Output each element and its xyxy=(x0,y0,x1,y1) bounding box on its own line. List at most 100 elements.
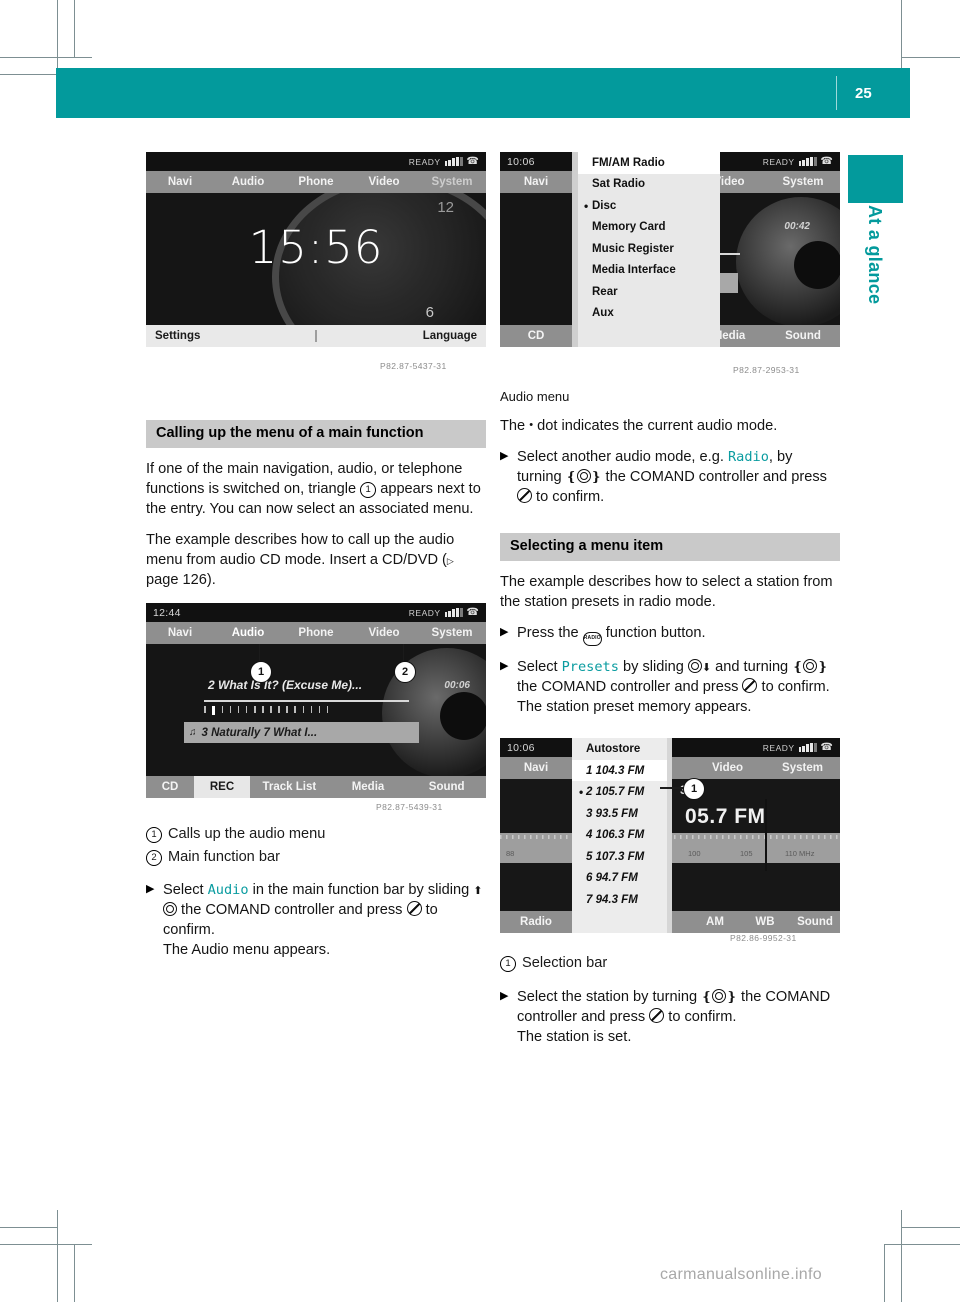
dropdown-item-media-interface[interactable]: Media Interface xyxy=(578,260,720,282)
preset-item-3[interactable]: 3 93.5 FM xyxy=(572,803,667,825)
bottom-bar-track-list-3[interactable]: Track List xyxy=(250,781,329,793)
comand-screen-1: 12 6 15:56 READY ☎ Navi Audio Phone Vide… xyxy=(146,152,486,347)
main-bar-item-navi-1[interactable]: Navi xyxy=(146,176,214,188)
bottom-bar-cd-3[interactable]: CD xyxy=(146,781,194,793)
bottom-bar-rec-3[interactable]: REC xyxy=(194,776,250,799)
inline-circled-1: 1 xyxy=(360,481,377,498)
main-function-bar-3[interactable]: Navi Audio Phone Video System xyxy=(146,622,486,645)
page-ref-triangle-icon: ▷ xyxy=(446,556,454,567)
preset-label-7: 7 94.3 FM xyxy=(586,893,638,906)
bottom-bar-sound-4[interactable]: Sound xyxy=(790,916,840,928)
preset-item-4[interactable]: 4 106.3 FM xyxy=(572,824,667,846)
page-number: 25 xyxy=(855,84,872,102)
step-select-audio-result: The Audio menu appears. xyxy=(163,942,331,959)
legend-row-3: 1 Selection bar xyxy=(500,953,840,974)
step-presets-result: The station preset memory appears. xyxy=(517,699,752,716)
turn-right-icon-2: ❵ xyxy=(817,658,829,674)
disc-icon-3: ♫ xyxy=(189,727,197,739)
dropdown-item-fm-am[interactable]: FM/AM Radio xyxy=(578,152,720,174)
paragraph-dot-a: The xyxy=(500,417,530,434)
preset-scrollbar-4[interactable] xyxy=(667,738,672,934)
figure-cd-playback: 2 What Is It? (Excuse Me)... 00:06 ♫ 3 N… xyxy=(146,603,486,799)
main-bar-item-system-1[interactable]: System xyxy=(418,176,486,188)
ui-term-presets: Presets xyxy=(561,658,619,675)
legend-num-3: 1 xyxy=(500,953,522,973)
legend-num-1: 1 xyxy=(146,824,168,844)
turn-left-icon-1: ❴ xyxy=(565,468,577,484)
main-bar-item-navi-3[interactable]: Navi xyxy=(146,627,214,639)
main-bar-item-video-3[interactable]: Video xyxy=(350,627,418,639)
preset-label-4: 4 106.3 FM xyxy=(586,829,645,842)
crop-mark-bottom-right-h2 xyxy=(901,1227,960,1228)
controller-press-icon-1 xyxy=(406,900,422,916)
dropdown-item-memory-card[interactable]: Memory Card xyxy=(578,217,720,239)
bottom-bar-media-3[interactable]: Media xyxy=(329,781,408,793)
audio-source-dropdown[interactable]: FM/AM Radio Sat Radio • Disc Memory Card… xyxy=(578,152,720,347)
dropdown-item-aux[interactable]: Aux xyxy=(578,303,720,325)
figure-station-presets: 3W 05.7 FM 88 100 105 110 MHz 10:06 READ… xyxy=(500,738,840,934)
next-track-band-3[interactable]: ♫ 3 Naturally 7 What I... xyxy=(184,722,419,744)
phone-icon-3: ☎ xyxy=(466,606,479,618)
bottom-bar-language[interactable]: Language xyxy=(317,330,486,342)
bottom-bar-settings[interactable]: Settings xyxy=(146,330,317,342)
main-bar-item-navi-2[interactable]: Navi xyxy=(500,176,572,188)
chapter-tab-label: At a glance xyxy=(865,205,885,305)
paragraph-example-intro: The example describes how to call up the… xyxy=(146,530,486,590)
step-marker-icon-2: ▶ xyxy=(500,449,509,462)
legend-text-1: Calls up the audio menu xyxy=(168,826,326,843)
main-bar-item-navi-4[interactable]: Navi xyxy=(500,762,572,774)
status-bar-3: 12:44 READY ☎ xyxy=(146,603,486,623)
main-bar-item-video-4[interactable]: Video xyxy=(690,762,765,774)
bottom-bar-sound-2[interactable]: Sound xyxy=(766,330,840,342)
paragraph-station-example: The example describes how to select a st… xyxy=(500,573,833,610)
dropdown-dot-2: • xyxy=(584,198,589,213)
bottom-bar-sound-3[interactable]: Sound xyxy=(407,781,486,793)
bottom-bar-radio-4[interactable]: Radio xyxy=(500,916,572,928)
preset-label-1: 1 104.3 FM xyxy=(586,764,645,777)
preset-list-header: Autostore xyxy=(572,738,667,760)
main-bar-item-phone-1[interactable]: Phone xyxy=(282,176,350,188)
clock-numeral-12: 12 xyxy=(437,199,454,216)
legend-text-2: Main function bar xyxy=(168,848,280,865)
main-bar-item-system-4[interactable]: System xyxy=(765,762,840,774)
main-function-bar-1[interactable]: Navi Audio Phone Video System xyxy=(146,171,486,193)
preset-item-5[interactable]: 5 107.3 FM xyxy=(572,846,667,868)
preset-item-1[interactable]: 1 104.3 FM xyxy=(572,759,667,782)
preset-item-2[interactable]: • 2 105.7 FM xyxy=(572,781,667,803)
status-clock-4: 10:06 xyxy=(507,741,535,754)
dropdown-item-sat-radio[interactable]: Sat Radio xyxy=(578,174,720,196)
status-right-1: READY ☎ xyxy=(408,156,486,167)
left-column: Calling up the menu of a main function I… xyxy=(146,420,486,971)
preset-item-6[interactable]: 6 94.7 FM xyxy=(572,867,667,889)
legend-num-2: 2 xyxy=(146,847,168,867)
main-bar-item-phone-3[interactable]: Phone xyxy=(282,627,350,639)
dropdown-item-rear[interactable]: Rear xyxy=(578,281,720,303)
preset-header-label: Autostore xyxy=(586,743,641,756)
status-right-4: READY ☎ xyxy=(763,742,840,753)
dropdown-item-disc[interactable]: • Disc xyxy=(578,195,720,217)
main-bar-item-audio-3[interactable]: Audio xyxy=(214,627,282,639)
bottom-bar-cd-2[interactable]: CD xyxy=(500,330,572,342)
station-preset-list[interactable]: Autostore 1 104.3 FM • 2 105.7 FM 3 93.5… xyxy=(572,738,667,934)
dropdown-label-7: Aux xyxy=(592,307,614,320)
main-bar-item-video-1[interactable]: Video xyxy=(350,176,418,188)
paragraph-example-intro-b: page 126). xyxy=(146,572,216,589)
bottom-bar-wb-4[interactable]: WB xyxy=(740,916,790,928)
step-audio-mode-c: the COMAND controller and press xyxy=(601,468,827,485)
signal-bars-icon-3 xyxy=(444,608,463,618)
preset-item-7[interactable]: 7 94.3 FM xyxy=(572,889,667,911)
main-bar-item-system-2[interactable]: System xyxy=(766,176,840,188)
ready-label-3: READY xyxy=(408,607,441,618)
comand-screen-3: 2 What Is It? (Excuse Me)... 00:06 ♫ 3 N… xyxy=(146,603,486,799)
controller-press-icon-4 xyxy=(649,1007,665,1023)
bottom-bar-3[interactable]: CD REC Track List Media Sound xyxy=(146,776,486,799)
crop-mark-top-left-h1 xyxy=(0,57,92,58)
main-bar-item-system-3[interactable]: System xyxy=(418,627,486,639)
bottom-bar-1[interactable]: Settings Language xyxy=(146,325,486,347)
preset-label-2: 2 105.7 FM xyxy=(586,786,645,799)
dropdown-item-music-register[interactable]: Music Register xyxy=(578,238,720,260)
phone-icon-2: ☎ xyxy=(820,155,833,167)
ready-label-1: READY xyxy=(408,156,441,167)
bottom-bar-am-4[interactable]: AM xyxy=(690,916,740,928)
main-bar-item-audio-1[interactable]: Audio xyxy=(214,176,282,188)
